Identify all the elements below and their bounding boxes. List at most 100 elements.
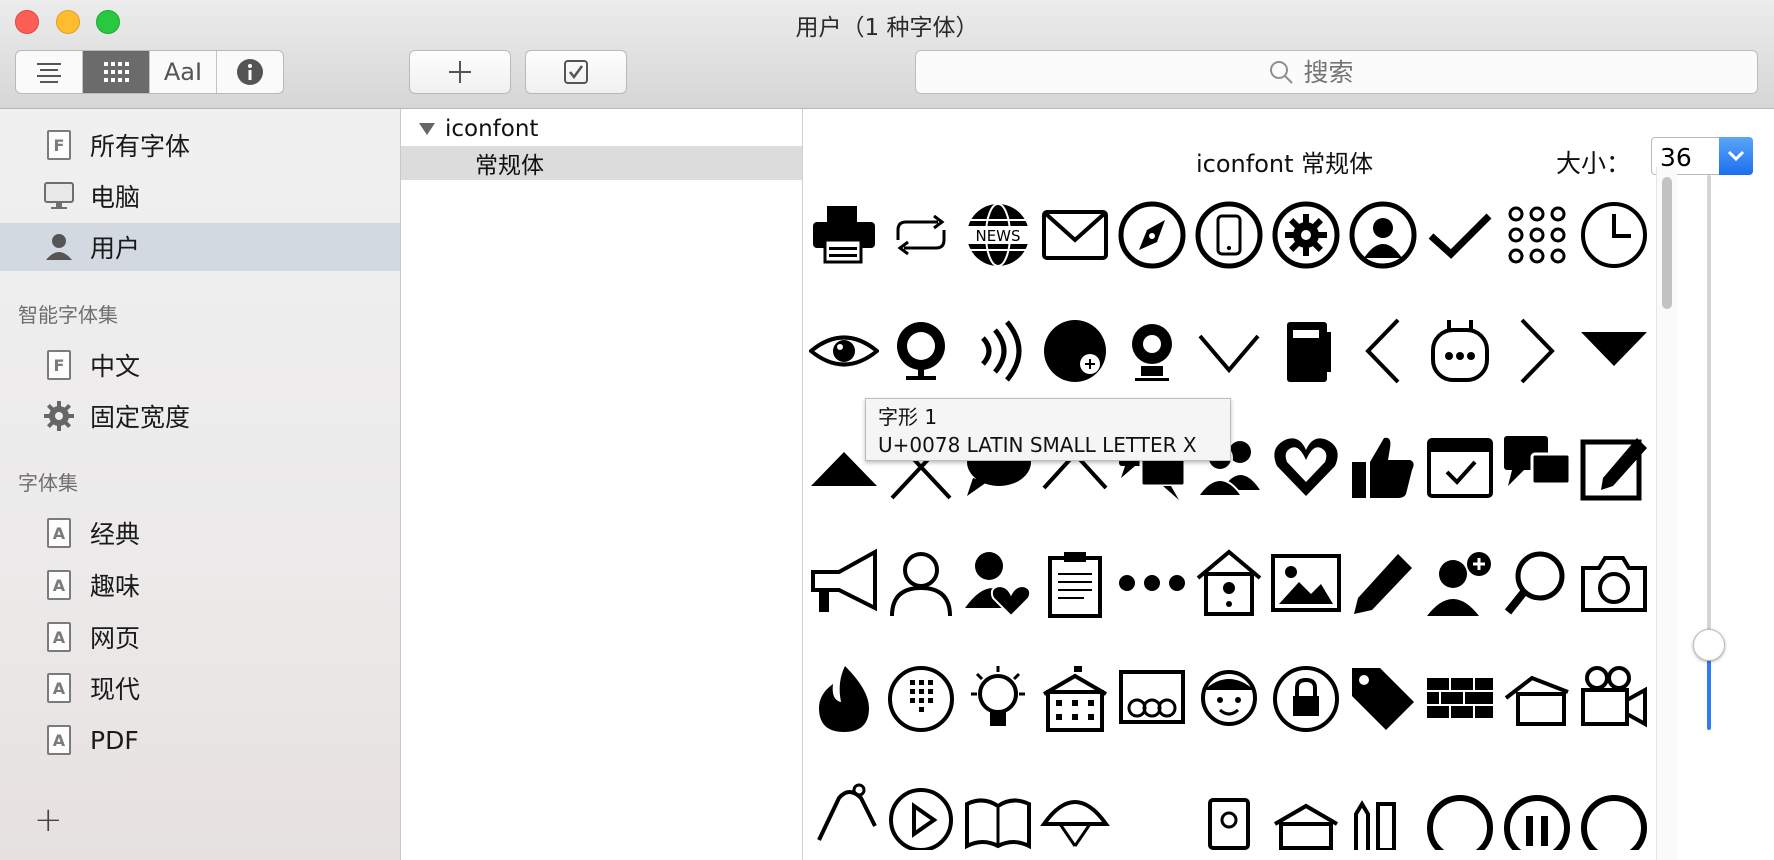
sidebar-item-fixed-width[interactable]: 固定宽度 — [0, 392, 400, 440]
glyph-size-slider[interactable] — [1693, 175, 1725, 730]
add-font-button[interactable] — [409, 50, 511, 94]
checkmark-icon[interactable] — [1423, 198, 1497, 272]
repeat-icon[interactable] — [884, 198, 958, 272]
notebook-icon[interactable] — [1269, 314, 1343, 388]
camera-icon[interactable] — [1577, 546, 1651, 620]
chevron-down-glyph-icon[interactable] — [1192, 314, 1266, 388]
school-building-icon[interactable] — [1038, 662, 1112, 736]
list-view-button[interactable] — [16, 51, 83, 93]
sidebar-item-classic[interactable]: A 经典 — [0, 509, 400, 557]
sidebar-item-label: 用户 — [90, 234, 141, 263]
parachute-icon[interactable] — [1038, 778, 1112, 852]
magnifier-icon[interactable] — [1500, 546, 1574, 620]
sidebar-item-user[interactable]: 用户 — [0, 223, 400, 271]
list-icon — [37, 63, 61, 83]
view-mode-segmented-control: AaI — [15, 50, 284, 94]
grid-view-button[interactable] — [83, 51, 150, 93]
sidebar-item-fun[interactable]: A 趣味 — [0, 561, 400, 609]
calendar-check-icon[interactable] — [1423, 430, 1497, 504]
flame-icon[interactable] — [807, 662, 881, 736]
dots-grid-icon[interactable] — [1500, 198, 1574, 272]
computer-icon — [43, 180, 75, 212]
box-icon[interactable] — [1500, 662, 1574, 736]
eye-icon[interactable] — [807, 314, 881, 388]
info-icon — [237, 59, 263, 85]
validate-font-button[interactable] — [525, 50, 627, 94]
brick-wall-icon[interactable] — [1423, 662, 1497, 736]
video-camera-icon[interactable] — [1577, 662, 1651, 736]
sample-text-icon: AaI — [163, 58, 203, 86]
search-input[interactable] — [1301, 56, 1406, 88]
slider-track — [1707, 175, 1711, 645]
triangle-down-icon[interactable] — [1577, 314, 1651, 388]
sidebar-item-modern[interactable]: A 现代 — [0, 664, 400, 712]
birdhouse-icon[interactable] — [1192, 546, 1266, 620]
sidebar-item-chinese[interactable]: F 中文 — [0, 341, 400, 389]
expand-icon[interactable] — [1577, 778, 1651, 852]
lightbulb-icon[interactable] — [961, 662, 1035, 736]
sidebar-item-label: PDF — [90, 725, 139, 755]
webcam-icon[interactable] — [1115, 314, 1189, 388]
family-row-iconfont[interactable]: iconfont — [401, 112, 802, 146]
slider-knob[interactable] — [1693, 629, 1725, 661]
businesswoman-icon[interactable] — [1346, 198, 1420, 272]
phone-icon[interactable] — [1192, 198, 1266, 272]
university-icon[interactable] — [1269, 778, 1343, 852]
style-row-regular[interactable]: 常规体 — [401, 146, 802, 180]
search-field[interactable] — [915, 50, 1758, 94]
preview-title: iconfont 常规体 — [1196, 150, 1374, 178]
play-icon[interactable] — [884, 778, 958, 852]
size-dropdown-button[interactable] — [1719, 137, 1753, 175]
comments-icon[interactable] — [1500, 430, 1574, 504]
sidebar-item-all-fonts[interactable]: F 所有字体 — [0, 121, 400, 169]
scrollbar-thumb[interactable] — [1662, 177, 1672, 309]
lock-icon[interactable] — [1269, 662, 1343, 736]
sidebar-item-computer[interactable]: 电脑 — [0, 172, 400, 220]
ellipsis-icon[interactable] — [1115, 546, 1189, 620]
compass-icon[interactable] — [1115, 198, 1189, 272]
disclosure-triangle-icon[interactable] — [417, 121, 437, 137]
chevron-right-icon[interactable] — [1500, 314, 1574, 388]
robot-face-icon[interactable] — [1423, 314, 1497, 388]
settings-gear-icon[interactable] — [1269, 198, 1343, 272]
envelope-icon[interactable] — [1038, 198, 1112, 272]
news-label: NEWS — [975, 227, 1020, 245]
add-user-icon[interactable] — [1423, 546, 1497, 620]
megaphone-icon[interactable] — [807, 546, 881, 620]
printer-icon[interactable] — [807, 198, 881, 272]
pencil-icon[interactable] — [1346, 546, 1420, 620]
thumbs-up-icon[interactable] — [1346, 430, 1420, 504]
image-icon[interactable] — [1269, 546, 1343, 620]
user-outline-icon[interactable] — [884, 546, 958, 620]
open-book-icon[interactable] — [961, 778, 1035, 852]
vertical-scrollbar[interactable] — [1656, 167, 1677, 860]
plus-icon — [449, 61, 471, 83]
user-heart-icon[interactable] — [961, 546, 1035, 620]
edit-icon[interactable] — [1577, 430, 1651, 504]
sample-view-button[interactable]: AaI — [150, 51, 217, 93]
clipboard-icon[interactable] — [1038, 546, 1112, 620]
bell-icon[interactable] — [807, 778, 881, 852]
add-collection-button[interactable]: + — [34, 800, 63, 840]
pause-icon[interactable] — [1500, 778, 1574, 852]
news-globe-icon[interactable]: NEWS — [961, 198, 1035, 272]
contact-card-icon[interactable] — [1192, 778, 1266, 852]
info-view-button[interactable] — [217, 51, 283, 93]
ruler-pencil-icon[interactable] — [1346, 778, 1420, 852]
chevron-left-icon[interactable] — [1346, 314, 1420, 388]
sidebar-item-web[interactable]: A 网页 — [0, 613, 400, 661]
gear-icon — [43, 400, 75, 432]
classroom-icon[interactable] — [1115, 662, 1189, 736]
search-icon — [1269, 61, 1293, 84]
tooltip-unicode: U+0078 LATIN SMALL LETTER X — [878, 433, 1197, 457]
satellite-dish-icon[interactable] — [884, 314, 958, 388]
sidebar-item-pdf[interactable]: A PDF — [0, 716, 400, 764]
signal-waves-icon[interactable] — [961, 314, 1035, 388]
clock-icon[interactable] — [1577, 198, 1651, 272]
add-contact-icon[interactable] — [1038, 314, 1112, 388]
dialpad-icon[interactable] — [884, 662, 958, 736]
collapse-icon[interactable] — [1423, 778, 1497, 852]
tag-icon[interactable] — [1346, 662, 1420, 736]
child-face-icon[interactable] — [1192, 662, 1266, 736]
heart-outline-icon[interactable] — [1269, 430, 1343, 504]
